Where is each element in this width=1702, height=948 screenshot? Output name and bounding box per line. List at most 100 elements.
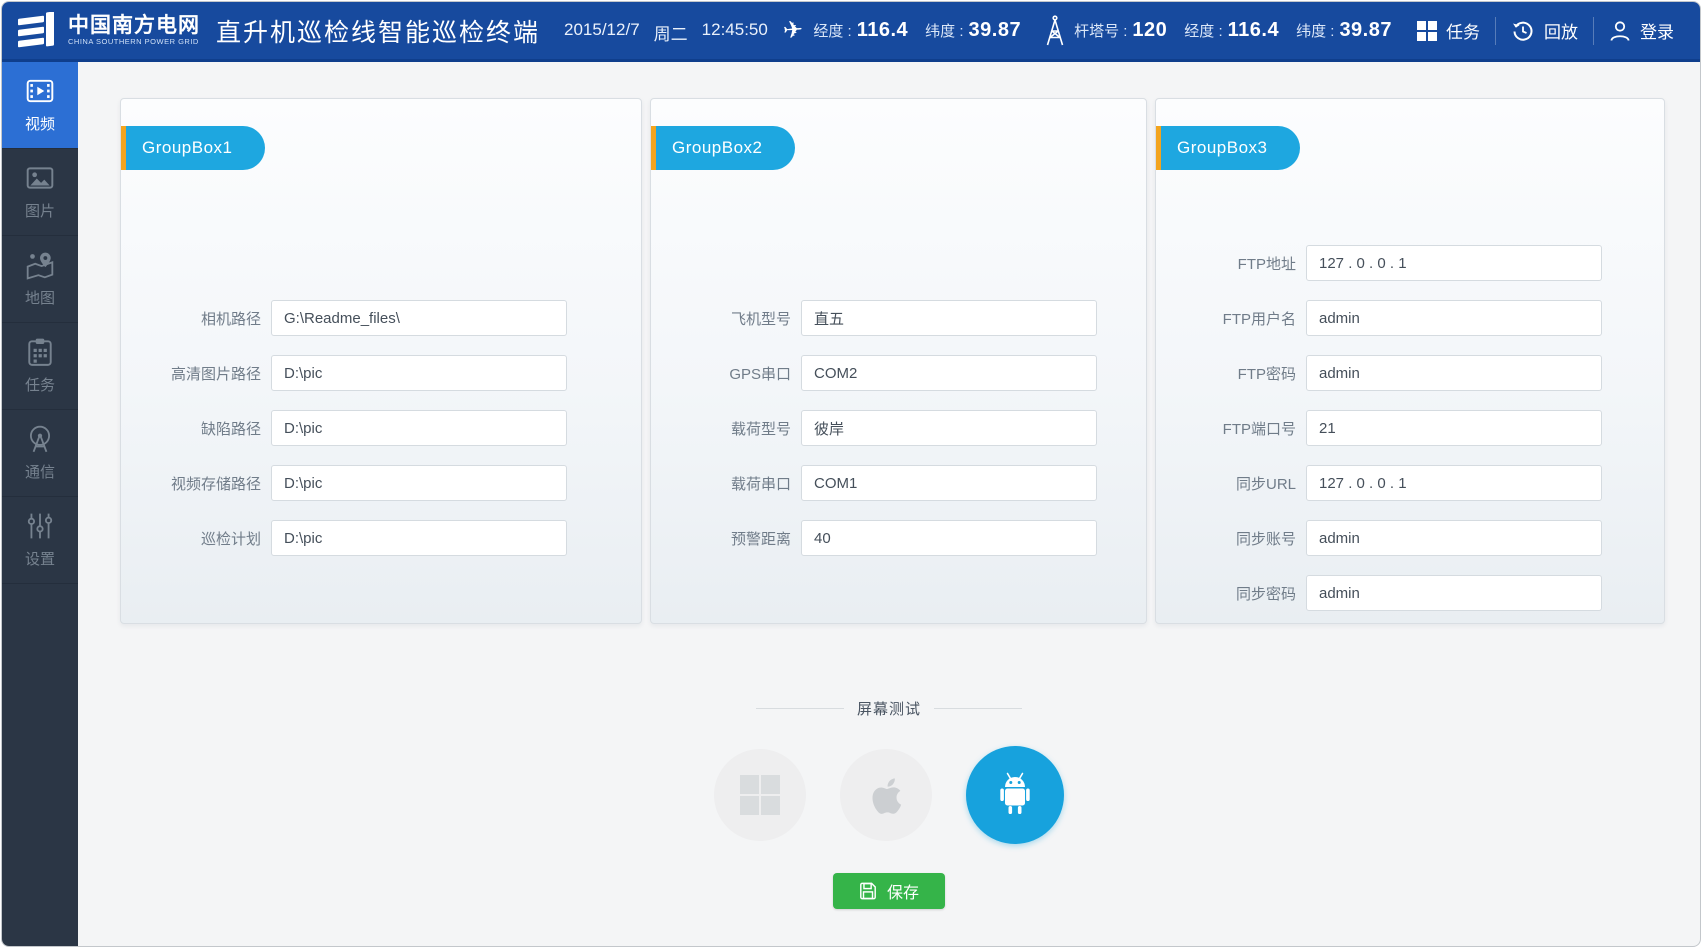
sidebar-item-label: 设置	[25, 548, 55, 569]
screen-test-section: 屏幕测试	[78, 698, 1700, 909]
form-row: FTP用户名	[1156, 300, 1664, 336]
replay-label: 回放	[1544, 18, 1578, 43]
groupbox3-panel: GroupBox3 FTP地址 FTP用户名 FTP密码	[1155, 98, 1665, 624]
form-row: 同步账号	[1156, 520, 1664, 556]
ftp-address-input[interactable]	[1306, 245, 1602, 281]
app-title: 直升机巡检线智能巡检终端	[216, 13, 540, 49]
form-row: FTP地址	[1156, 245, 1664, 281]
aircraft-latitude: 纬度 : 39.87	[925, 19, 1021, 42]
screen-test-title: 屏幕测试	[857, 698, 921, 719]
field-label: 高清图片路径	[121, 363, 261, 384]
field-label: 飞机型号	[651, 308, 791, 329]
stat-value: 116.4	[1228, 19, 1279, 42]
time-text: 12:45:50	[702, 20, 768, 45]
sidebar-item-images[interactable]: 图片	[2, 149, 78, 236]
camera-path-input[interactable]	[271, 300, 567, 336]
ftp-password-input[interactable]	[1306, 355, 1602, 391]
warning-distance-input[interactable]	[801, 520, 1097, 556]
main-area: 视频 图片 地图	[2, 62, 1700, 946]
payload-model-input[interactable]	[801, 410, 1097, 446]
sidebar-item-label: 图片	[25, 200, 55, 221]
groupbox1-tab: GroupBox1	[121, 126, 265, 170]
field-label: 巡检计划	[121, 528, 261, 549]
ftp-port-input[interactable]	[1306, 410, 1602, 446]
screen-test-header: 屏幕测试	[78, 698, 1700, 719]
tower-longitude: 经度 : 116.4	[1184, 19, 1279, 42]
sidebar-item-comm[interactable]: 通信	[2, 410, 78, 497]
field-label: 载荷型号	[651, 418, 791, 439]
brand-name-en: CHINA SOUTHERN POWER GRID	[68, 37, 200, 46]
sidebar-item-map[interactable]: 地图	[2, 236, 78, 323]
field-label: 视频存储路径	[121, 473, 261, 494]
stat-value: 120	[1132, 19, 1167, 42]
stat-label: 纬度 :	[1296, 20, 1334, 41]
replay-clock-icon	[1511, 19, 1535, 43]
groupbox1-panel: GroupBox1 相机路径 高清图片路径 缺陷路径	[120, 98, 642, 624]
video-storage-path-input[interactable]	[271, 465, 567, 501]
payload-serial-port-input[interactable]	[801, 465, 1097, 501]
brand-name-cn: 中国南方电网	[68, 15, 200, 37]
video-icon	[25, 76, 55, 106]
divider-line	[756, 708, 844, 709]
apple-icon	[868, 773, 904, 817]
stat-label: 经度 :	[813, 20, 851, 41]
app-window: 中国南方电网 CHINA SOUTHERN POWER GRID 直升机巡检线智…	[1, 1, 1701, 947]
apple-test-button[interactable]	[840, 749, 932, 841]
form-row: GPS串口	[651, 355, 1146, 391]
form-row: 高清图片路径	[121, 355, 641, 391]
sidebar-item-tasks[interactable]: 任务	[2, 323, 78, 410]
sliders-icon	[25, 511, 55, 541]
windows-icon	[739, 774, 781, 816]
aircraft-icon: ✈	[782, 15, 804, 45]
groupbox2-panel: GroupBox2 飞机型号 GPS串口 载荷型号	[650, 98, 1147, 624]
replay-button[interactable]: 回放	[1511, 18, 1578, 43]
datetime: 2015/12/7 周二 12:45:50	[564, 20, 768, 45]
sidebar-item-label: 视频	[25, 113, 55, 134]
sidebar-item-label: 任务	[25, 374, 55, 395]
inspection-plan-input[interactable]	[271, 520, 567, 556]
sidebar-item-settings[interactable]: 设置	[2, 497, 78, 584]
groupbox1-title: GroupBox1	[126, 126, 265, 170]
sidebar-item-video[interactable]: 视频	[2, 62, 78, 149]
login-button[interactable]: 登录	[1609, 18, 1674, 43]
form-row: 飞机型号	[651, 300, 1146, 336]
ftp-username-input[interactable]	[1306, 300, 1602, 336]
field-label: 相机路径	[121, 308, 261, 329]
android-icon	[991, 769, 1039, 821]
form-row: 同步URL	[1156, 465, 1664, 501]
form-row: 巡检计划	[121, 520, 641, 556]
broadcast-icon	[25, 424, 55, 454]
windows-test-button[interactable]	[714, 749, 806, 841]
aircraft-model-input[interactable]	[801, 300, 1097, 336]
sync-password-input[interactable]	[1306, 575, 1602, 611]
field-label: GPS串口	[651, 363, 791, 384]
field-label: FTP密码	[1156, 363, 1296, 384]
form-row: FTP端口号	[1156, 410, 1664, 446]
field-label: 同步账号	[1156, 528, 1296, 549]
sync-account-input[interactable]	[1306, 520, 1602, 556]
panels-row: GroupBox1 相机路径 高清图片路径 缺陷路径	[78, 62, 1700, 624]
tasks-button[interactable]: 任务	[1417, 18, 1480, 43]
android-test-button[interactable]	[966, 746, 1064, 844]
sidebar-item-label: 地图	[25, 287, 55, 308]
groupbox2-tab: GroupBox2	[651, 126, 795, 170]
stat-value: 116.4	[857, 19, 908, 42]
brand-text: 中国南方电网 CHINA SOUTHERN POWER GRID	[68, 15, 200, 46]
sidebar: 视频 图片 地图	[2, 62, 78, 946]
save-button[interactable]: 保存	[833, 873, 945, 909]
stat-value: 39.87	[1339, 19, 1392, 42]
tower-latitude: 纬度 : 39.87	[1296, 19, 1392, 42]
groupbox3-rows: FTP地址 FTP用户名 FTP密码 FTP端口号	[1156, 245, 1664, 611]
hd-image-path-input[interactable]	[271, 355, 567, 391]
screen-test-options	[78, 746, 1700, 844]
form-row: 载荷串口	[651, 465, 1146, 501]
login-label: 登录	[1640, 18, 1674, 43]
gps-serial-port-input[interactable]	[801, 355, 1097, 391]
sync-url-input[interactable]	[1306, 465, 1602, 501]
field-label: 同步密码	[1156, 583, 1296, 604]
defect-path-input[interactable]	[271, 410, 567, 446]
tasks-label: 任务	[1446, 18, 1480, 43]
tiles-icon	[1417, 21, 1437, 41]
weekday-text: 周二	[654, 20, 688, 45]
groupbox2-rows: 飞机型号 GPS串口 载荷型号 载荷串口	[651, 300, 1146, 556]
